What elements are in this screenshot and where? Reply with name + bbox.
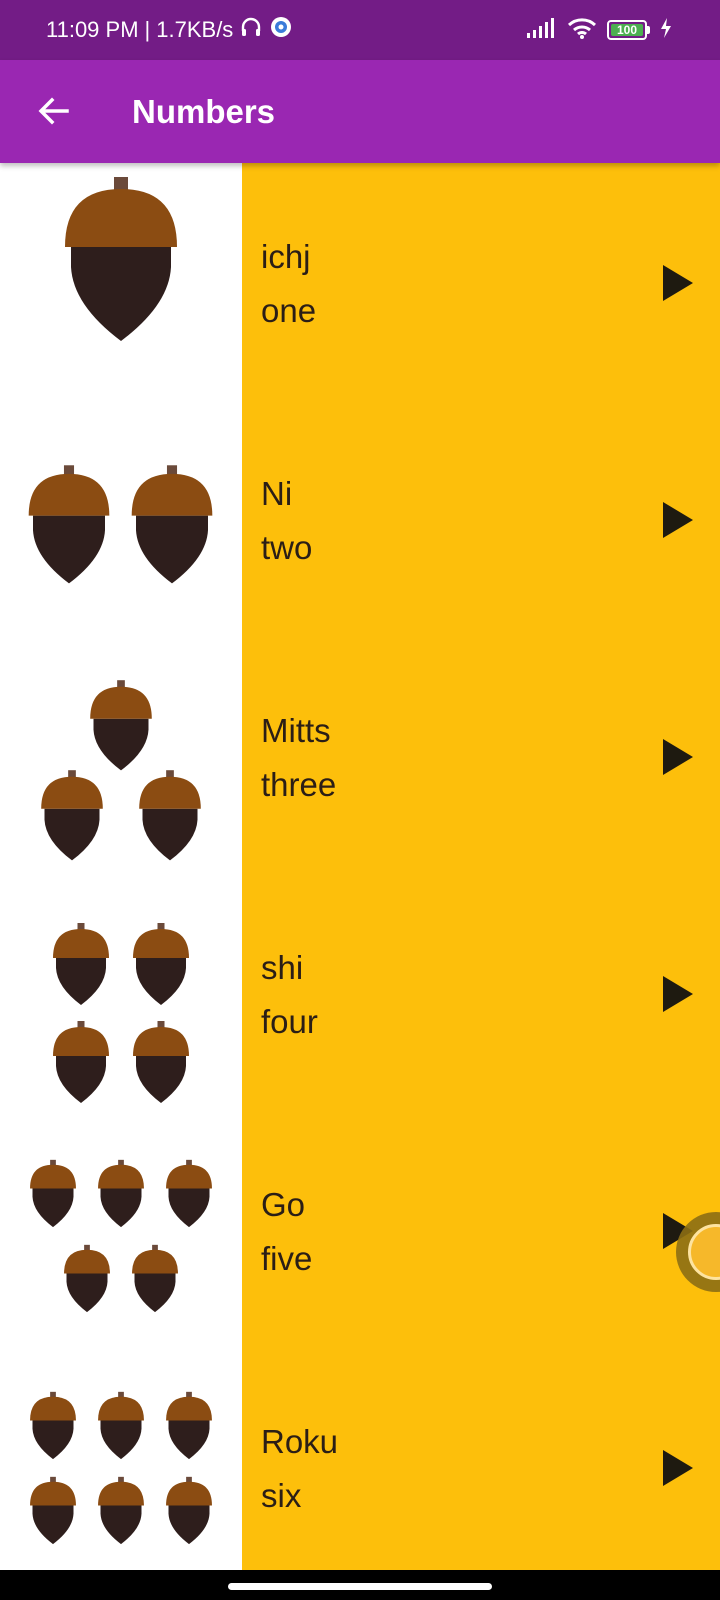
list-item[interactable]: shi four <box>0 874 720 1116</box>
word-card[interactable]: ichj one <box>242 163 720 405</box>
back-button[interactable] <box>26 84 80 138</box>
number-image <box>0 637 242 879</box>
acorn-icon <box>53 923 109 1005</box>
play-button[interactable] <box>658 974 698 1014</box>
acorn-icon <box>65 177 177 341</box>
number-image <box>0 1348 242 1570</box>
assistant-icon <box>688 1224 720 1280</box>
status-right: 100 <box>527 0 672 60</box>
play-icon <box>663 739 693 775</box>
page-title: Numbers <box>132 92 276 130</box>
acorns-illustration <box>65 177 177 341</box>
word-card[interactable]: Roku six <box>242 1348 720 1570</box>
battery-level: 100 <box>611 24 643 36</box>
navigation-bar <box>0 1570 720 1600</box>
acorn-icon <box>64 1244 110 1313</box>
acorns-illustration <box>41 680 201 861</box>
play-icon <box>663 976 693 1012</box>
app-bar: Numbers <box>0 60 720 163</box>
number-image <box>0 163 242 405</box>
word-group: Ni two <box>261 400 312 642</box>
acorn-icon <box>139 770 201 861</box>
acorn-icon <box>30 1391 76 1460</box>
wifi-icon <box>567 17 597 44</box>
acorn-icon <box>131 465 213 584</box>
acorn-icon <box>166 1159 212 1228</box>
headset-icon <box>239 15 263 45</box>
status-net-speed: 1.7KB/s <box>156 17 234 42</box>
acorn-icon <box>166 1391 212 1460</box>
english-word: two <box>261 529 313 566</box>
acorn-icon <box>98 1391 144 1460</box>
play-button[interactable] <box>658 500 698 540</box>
status-left: 11:09 PM | 1.7KB/s <box>46 0 293 60</box>
acorn-icon <box>166 1476 212 1545</box>
foreign-word: ichj <box>261 238 311 275</box>
acorn-icon <box>41 770 103 861</box>
foreign-word: Go <box>261 1186 306 1223</box>
play-button[interactable] <box>658 737 698 777</box>
acorn-icon <box>133 923 189 1005</box>
word-group: Mitts three <box>261 637 336 879</box>
acorn-icon <box>53 1021 109 1103</box>
acorn-icon <box>132 1244 178 1313</box>
acorn-icon <box>90 680 152 771</box>
word-card[interactable]: Go five <box>242 1111 720 1353</box>
acorn-icon <box>133 1021 189 1103</box>
status-separator: | <box>144 17 151 42</box>
acorn-icon <box>30 1476 76 1545</box>
list-item[interactable]: Go five <box>0 1111 720 1353</box>
play-icon <box>663 502 693 538</box>
list-item[interactable]: ichj one <box>0 163 720 405</box>
play-button[interactable] <box>658 263 698 303</box>
number-image <box>0 1111 242 1353</box>
word-card[interactable]: Mitts three <box>242 637 720 879</box>
battery-icon: 100 <box>607 20 650 40</box>
english-word: three <box>261 766 337 803</box>
word-group: shi four <box>261 874 318 1116</box>
word-card[interactable]: Ni two <box>242 400 720 642</box>
foreign-word: shi <box>261 949 304 986</box>
charging-icon <box>660 17 672 43</box>
acorn-icon <box>98 1159 144 1228</box>
status-bar: 11:09 PM | 1.7KB/s 100 <box>0 0 720 60</box>
acorn-icon <box>28 465 110 584</box>
play-icon <box>663 1450 693 1486</box>
arrow-back-icon <box>38 97 69 125</box>
word-group: ichj one <box>261 163 316 405</box>
word-group: Go five <box>261 1111 312 1353</box>
acorn-icon <box>98 1476 144 1545</box>
acorns-illustration <box>30 1159 212 1313</box>
word-group: Roku six <box>261 1348 338 1570</box>
acorn-icon <box>30 1159 76 1228</box>
number-image <box>0 400 242 642</box>
acorns-illustration <box>53 923 189 1103</box>
play-icon <box>663 265 693 301</box>
settings-icon <box>269 15 293 45</box>
home-gesture-bar[interactable] <box>228 1583 492 1590</box>
list-item[interactable]: Roku six <box>0 1348 720 1570</box>
english-word: one <box>261 292 317 329</box>
word-card[interactable]: shi four <box>242 874 720 1116</box>
english-word: four <box>261 1003 318 1040</box>
foreign-word: Roku <box>261 1423 339 1460</box>
number-image <box>0 874 242 1116</box>
acorns-illustration <box>30 1391 212 1545</box>
signal-icon <box>527 17 557 43</box>
word-list: ichj one Ni two Mitts three shi four Go five Roku s… <box>0 163 720 1570</box>
play-button[interactable] <box>658 1448 698 1488</box>
list-item[interactable]: Mitts three <box>0 637 720 879</box>
english-word: five <box>261 1240 313 1277</box>
acorns-illustration <box>28 465 213 584</box>
foreign-word: Mitts <box>261 712 331 749</box>
foreign-word: Ni <box>261 475 293 512</box>
list-item[interactable]: Ni two <box>0 400 720 642</box>
english-word: six <box>261 1477 302 1514</box>
status-time: 11:09 PM <box>46 17 139 42</box>
